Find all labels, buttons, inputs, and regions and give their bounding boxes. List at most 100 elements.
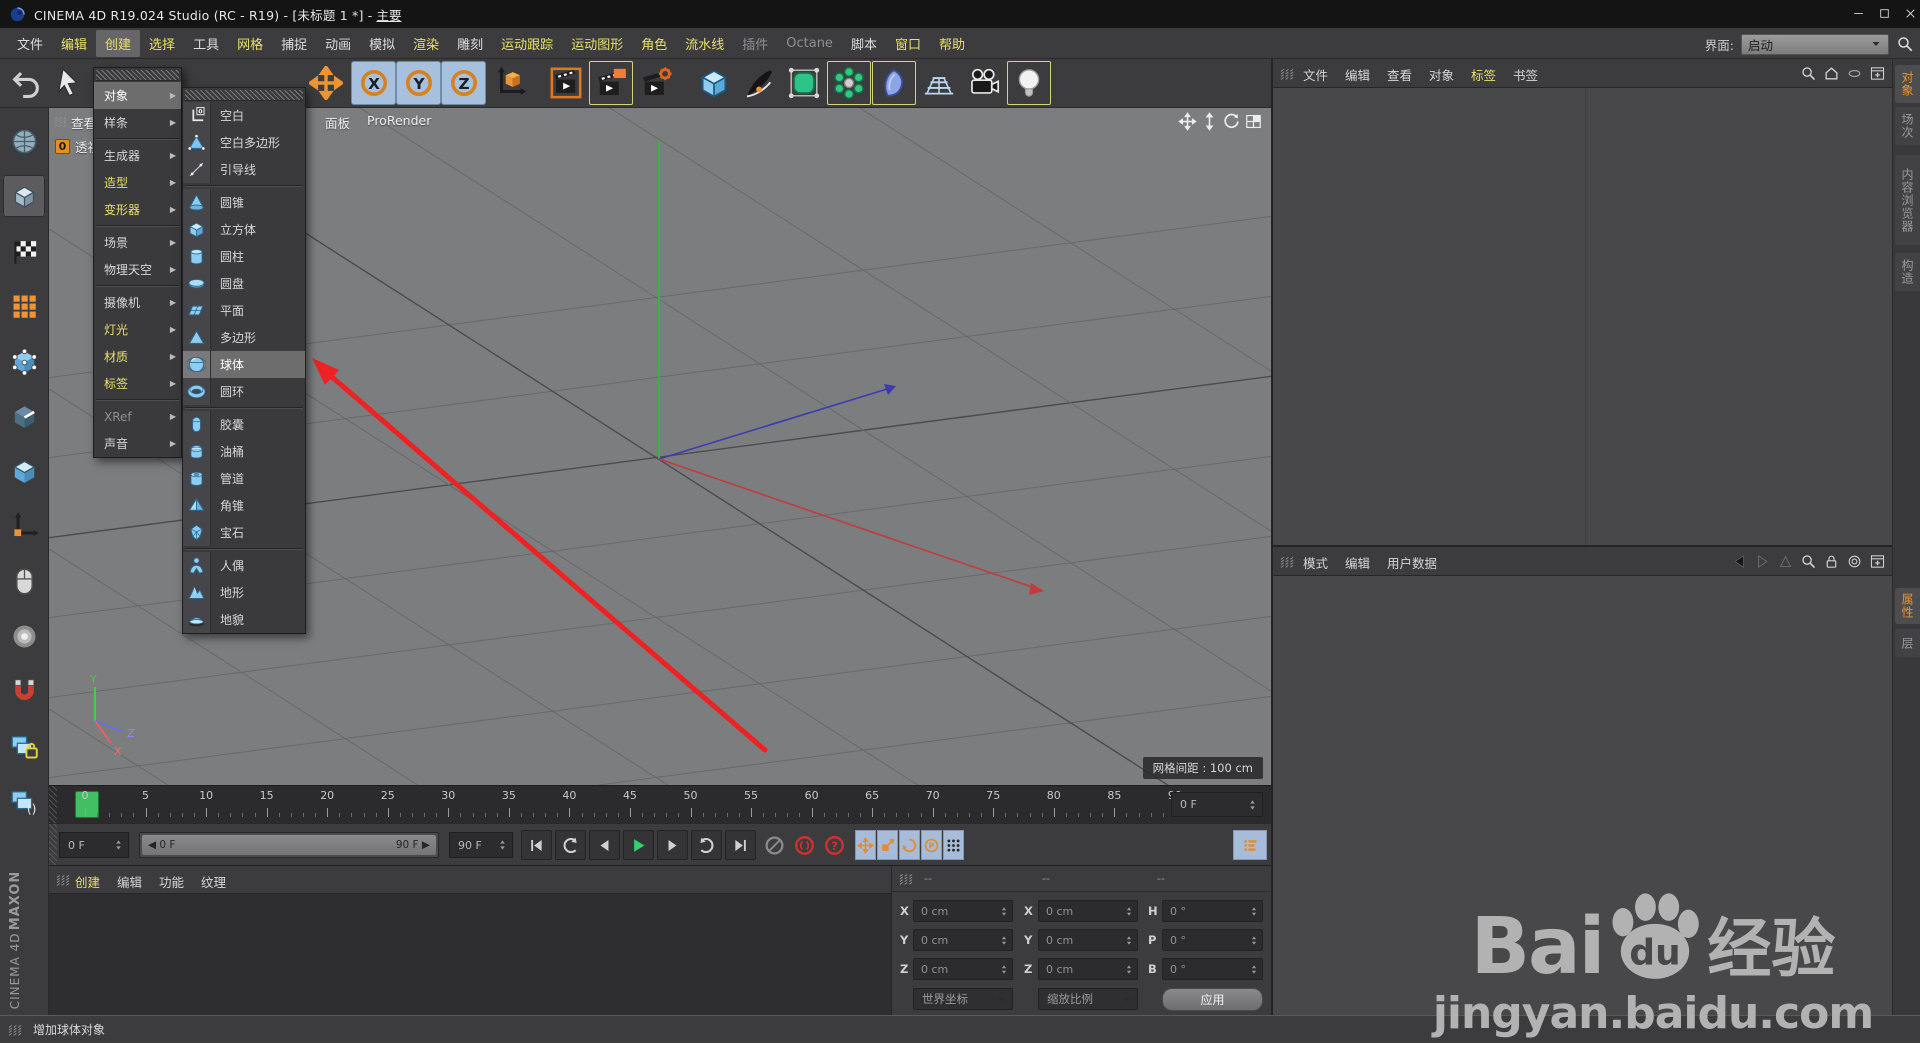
coordinate-system-toggle[interactable]: [489, 61, 531, 105]
object-submenu-item-地形[interactable]: 地形: [183, 579, 305, 606]
viewport-pan-icon[interactable]: [1178, 112, 1197, 134]
position-X-field[interactable]: 0 cm: [913, 900, 1013, 922]
panel-menu-编辑[interactable]: 编辑: [1345, 553, 1370, 572]
stepper-icon[interactable]: [1247, 798, 1258, 812]
frame-range-bar[interactable]: ◀ 0 F 90 F ▶: [142, 835, 436, 855]
soft-selection-button[interactable]: [3, 615, 45, 657]
timeline-ruler-track[interactable]: 051015202530354045505560657075808590: [59, 786, 1182, 823]
menubar-item-运动图形[interactable]: 运动图形: [562, 30, 632, 57]
object-submenu-item-油桶[interactable]: 油桶: [183, 438, 305, 465]
lock-icon[interactable]: [1823, 553, 1840, 573]
object-submenu-item-角锥[interactable]: 角锥: [183, 492, 305, 519]
object-submenu-item-胶囊[interactable]: 胶囊: [183, 411, 305, 438]
menubar-item-窗口[interactable]: 窗口: [886, 30, 930, 57]
viewport-rotate-icon[interactable]: [1222, 112, 1241, 134]
home-icon[interactable]: [1823, 65, 1840, 85]
menubar-item-渲染[interactable]: 渲染: [404, 30, 448, 57]
panel-menu-创建[interactable]: 创建: [75, 872, 100, 891]
add-camera-button[interactable]: [962, 61, 1006, 105]
lock-workplane-button[interactable]: [3, 725, 45, 767]
rotation-P-field[interactable]: 0 °: [1162, 929, 1263, 951]
viewport-menu-面板[interactable]: 面板: [325, 113, 350, 132]
create-menu-item-摄像机[interactable]: 摄像机 ▶: [94, 289, 181, 316]
parent-object-icon[interactable]: [1777, 553, 1794, 573]
stepper-icon[interactable]: [113, 838, 124, 852]
menubar-item-选择[interactable]: 选择: [140, 30, 184, 57]
menubar-item-捕捉[interactable]: 捕捉: [272, 30, 316, 57]
menubar-item-角色[interactable]: 角色: [632, 30, 676, 57]
history-forward-icon[interactable]: [1754, 553, 1771, 573]
create-menu-item-场景[interactable]: 场景 ▶: [94, 229, 181, 256]
viewport-toggle-icon[interactable]: [1244, 112, 1263, 134]
create-menu-item-灯光[interactable]: 灯光 ▶: [94, 316, 181, 343]
polygons-mode-button[interactable]: [3, 450, 45, 492]
timeline-window-button[interactable]: [1233, 830, 1267, 860]
position-Z-field[interactable]: 0 cm: [913, 958, 1013, 980]
menubar-item-插件[interactable]: 插件: [733, 30, 777, 57]
right-tab-层[interactable]: 层: [1895, 629, 1920, 657]
object-submenu-item-圆环[interactable]: 圆环: [183, 378, 305, 405]
create-menu-item-造型[interactable]: 造型 ▶: [94, 169, 181, 196]
undo-button[interactable]: [6, 61, 46, 105]
frame-range-slider[interactable]: ◀ 0 F 90 F ▶: [139, 832, 439, 858]
create-menu-item-对象[interactable]: 对象 ▶: [94, 82, 181, 109]
object-submenu-item-多边形[interactable]: 多边形: [183, 324, 305, 351]
create-menu-item-样条[interactable]: 样条 ▶: [94, 109, 181, 136]
create-menu-item-变形器[interactable]: 变形器 ▶: [94, 196, 181, 223]
enable-axis-button[interactable]: [3, 505, 45, 547]
render-view-button[interactable]: [544, 61, 588, 105]
panel-menu-书签[interactable]: 书签: [1513, 65, 1538, 84]
render-picture-viewer-button[interactable]: [589, 61, 633, 105]
object-manager-body[interactable]: [1273, 88, 1892, 545]
planar-workplane-button[interactable]: (): [3, 780, 45, 822]
object-submenu-item-人偶[interactable]: 人偶: [183, 552, 305, 579]
panel-menu-用户数据[interactable]: 用户数据: [1387, 553, 1437, 572]
new-panel-icon[interactable]: [1869, 553, 1886, 573]
record-pla-toggle[interactable]: [943, 830, 964, 860]
play-backwards-button[interactable]: [555, 830, 586, 860]
right-tab-对象[interactable]: 对象: [1895, 65, 1920, 103]
timeline-ruler[interactable]: 051015202530354045505560657075808590 0 F: [49, 785, 1271, 823]
add-environment-button[interactable]: [917, 61, 961, 105]
menubar-item-脚本[interactable]: 脚本: [842, 30, 886, 57]
menubar-item-编辑[interactable]: 编辑: [52, 30, 96, 57]
record-objects-button[interactable]: [761, 832, 787, 858]
menubar-item-模拟[interactable]: 模拟: [360, 30, 404, 57]
size-Z-field[interactable]: 0 cm: [1038, 958, 1138, 980]
size-Y-field[interactable]: 0 cm: [1038, 929, 1138, 951]
menubar-item-创建[interactable]: 创建: [96, 29, 141, 57]
scale-mode-dropdown[interactable]: 缩放比例: [1038, 988, 1138, 1010]
history-back-icon[interactable]: [1731, 553, 1748, 573]
create-menu-item-物理天空[interactable]: 物理天空 ▶: [94, 256, 181, 283]
model-mode-button[interactable]: [3, 175, 45, 217]
play-loop-button[interactable]: [691, 830, 722, 860]
right-tab-构造[interactable]: 构造: [1895, 253, 1920, 291]
record-position-toggle[interactable]: [855, 830, 876, 860]
goto-end-button[interactable]: [725, 830, 756, 860]
panel-menu-文件[interactable]: 文件: [1303, 65, 1328, 84]
menubar-item-工具[interactable]: 工具: [184, 30, 228, 57]
panel-menu-编辑[interactable]: 编辑: [1345, 65, 1370, 84]
autokeying-button[interactable]: [791, 832, 817, 858]
add-primitive-button[interactable]: [692, 61, 736, 105]
create-menu-item-XRef[interactable]: XRef ▶: [94, 403, 181, 430]
right-tab-属性[interactable]: 属性: [1895, 588, 1920, 624]
object-submenu-item-引导线[interactable]: 引导线: [183, 156, 305, 183]
panel-menu-标签[interactable]: 标签: [1471, 65, 1496, 84]
menu-tearoff-strip[interactable]: [96, 70, 179, 81]
record-rotation-toggle[interactable]: [899, 830, 920, 860]
attribute-manager-body[interactable]: Bai du 经验 jingyan.baidu.com: [1273, 576, 1892, 1039]
rotation-B-field[interactable]: 0 °: [1162, 958, 1263, 980]
previous-frame-button[interactable]: [589, 830, 620, 860]
current-frame-field[interactable]: 0 F: [1171, 792, 1263, 817]
create-menu-item-声音[interactable]: 声音 ▶: [94, 430, 181, 457]
object-submenu-item-宝石[interactable]: 宝石: [183, 519, 305, 546]
record-scale-toggle[interactable]: [877, 830, 898, 860]
add-generator-button[interactable]: [782, 61, 826, 105]
object-submenu-item-球体[interactable]: 球体: [183, 351, 305, 378]
menu-tearoff-strip[interactable]: [185, 90, 303, 101]
track-icon[interactable]: [1846, 553, 1863, 573]
edges-mode-button[interactable]: [3, 395, 45, 437]
end-frame-field[interactable]: 90 F: [449, 832, 513, 858]
position-Y-field[interactable]: 0 cm: [913, 929, 1013, 951]
